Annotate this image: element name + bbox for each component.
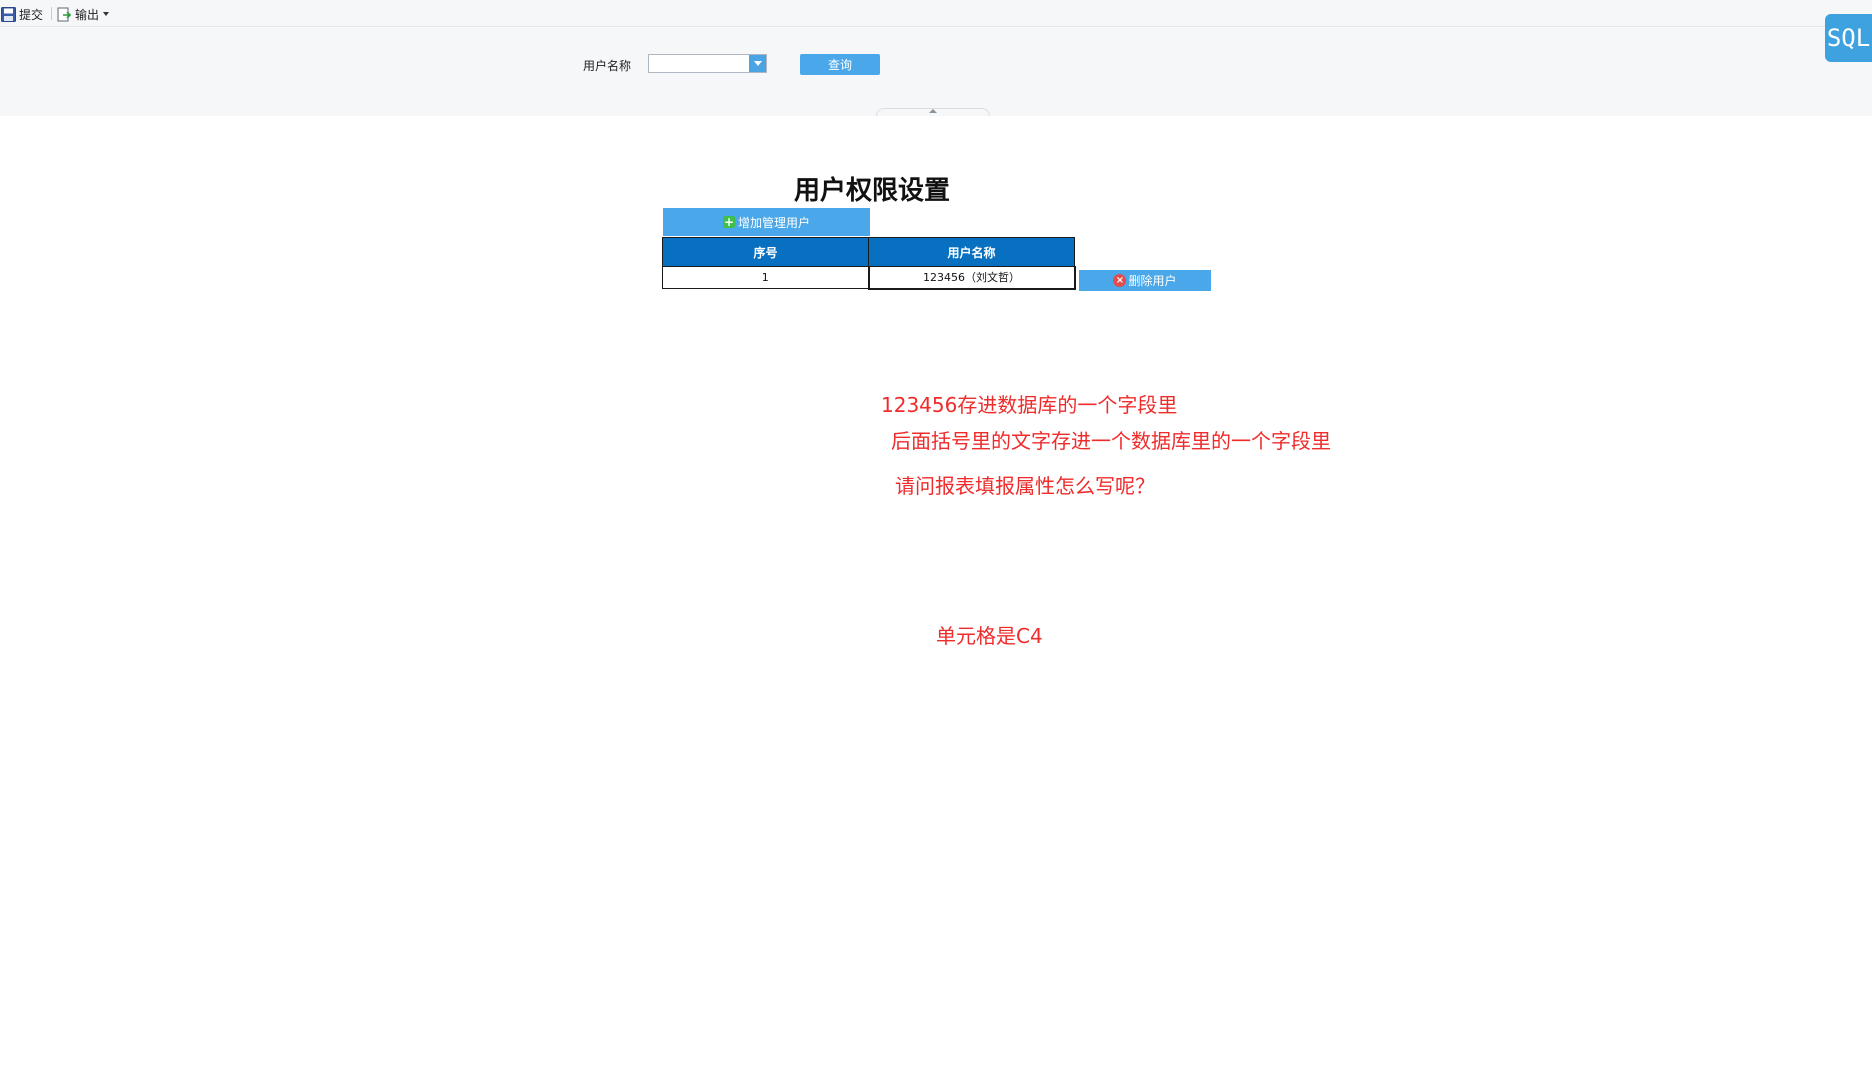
user-name-combo[interactable]	[648, 54, 767, 73]
collapse-panel-toggle[interactable]	[876, 108, 990, 116]
annotation-line-1: 123456存进数据库的一个字段里	[881, 393, 1178, 417]
sql-button[interactable]: SQL	[1825, 14, 1872, 62]
export-icon	[57, 7, 72, 21]
parameter-panel: 用户名称 查询	[0, 27, 1872, 116]
toolbar: 提交 输出	[0, 0, 1872, 27]
export-label: 输出	[75, 7, 100, 22]
add-admin-user-label: 增加管理用户	[737, 215, 810, 230]
close-icon: ×	[1113, 274, 1127, 287]
annotation-line-2: 后面括号里的文字存进一个数据库里的一个字段里	[891, 429, 1331, 453]
save-icon	[1, 6, 16, 22]
annotation-line-4: 单元格是C4	[936, 624, 1043, 648]
chevron-down-icon	[103, 12, 110, 16]
user-name-label: 用户名称	[583, 59, 632, 73]
chevron-up-icon	[929, 109, 937, 113]
submit-button[interactable]: 提交	[1, 4, 43, 24]
export-button[interactable]: 输出	[57, 4, 110, 24]
cell-user-name[interactable]: 123456（刘文哲）	[867, 266, 1076, 290]
combo-dropdown-button[interactable]	[749, 55, 766, 72]
add-admin-user-button[interactable]: + 增加管理用户	[663, 208, 870, 236]
cell-index: 1	[662, 266, 869, 289]
delete-user-button[interactable]: × 删除用户	[1079, 270, 1211, 291]
column-header-index: 序号	[662, 237, 869, 267]
user-table: 序号 用户名称 1 123456（刘文哲）	[662, 237, 1076, 290]
table-header-row: 序号 用户名称	[662, 237, 1075, 267]
column-header-user-name: 用户名称	[868, 237, 1075, 267]
report-page: 提交 输出 用户名称 查询 SQL 用户权限设置 + 增加管理用户 序号 用户名…	[0, 0, 1872, 1076]
plus-icon: +	[722, 215, 735, 229]
report-title: 用户权限设置	[793, 176, 950, 206]
table-row: 1 123456（刘文哲）	[662, 266, 1076, 290]
user-name-value	[649, 59, 652, 73]
query-button[interactable]: 查询	[800, 54, 880, 75]
annotation-line-3: 请问报表填报属性怎么写呢？	[895, 474, 1155, 498]
submit-label: 提交	[19, 7, 44, 22]
toolbar-divider	[51, 7, 52, 20]
chevron-down-icon	[753, 61, 762, 66]
delete-user-label: 删除用户	[1128, 274, 1177, 288]
